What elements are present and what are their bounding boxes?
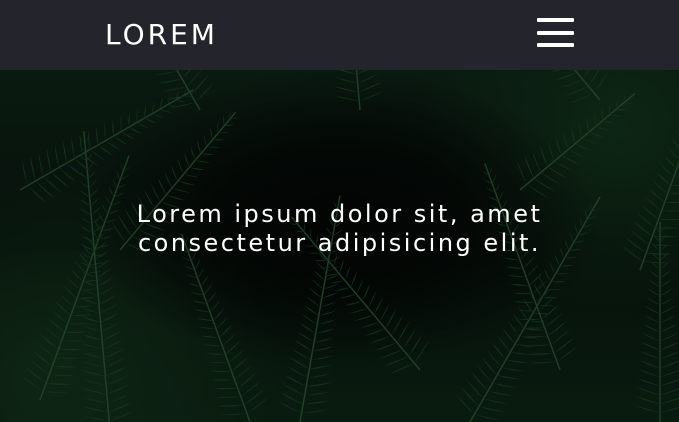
menu-bar-top <box>537 18 574 22</box>
hero-tagline-line2: consectetur adipisicing elit. <box>137 229 542 257</box>
page: LOREM Lorem ipsum dolor sit, amet consec… <box>0 0 679 422</box>
hero-tagline-line1: Lorem ipsum dolor sit, amet <box>136 200 543 228</box>
hero-section: Lorem ipsum dolor sit, amet consectetur … <box>0 70 679 422</box>
brand-logo[interactable]: LOREM <box>105 15 218 55</box>
hero-tagline: Lorem ipsum dolor sit, amet consectetur … <box>0 200 679 258</box>
hamburger-menu-icon[interactable] <box>530 12 580 56</box>
menu-bar-middle <box>537 31 574 35</box>
navbar: LOREM <box>0 0 679 70</box>
menu-bar-bottom <box>537 43 574 47</box>
